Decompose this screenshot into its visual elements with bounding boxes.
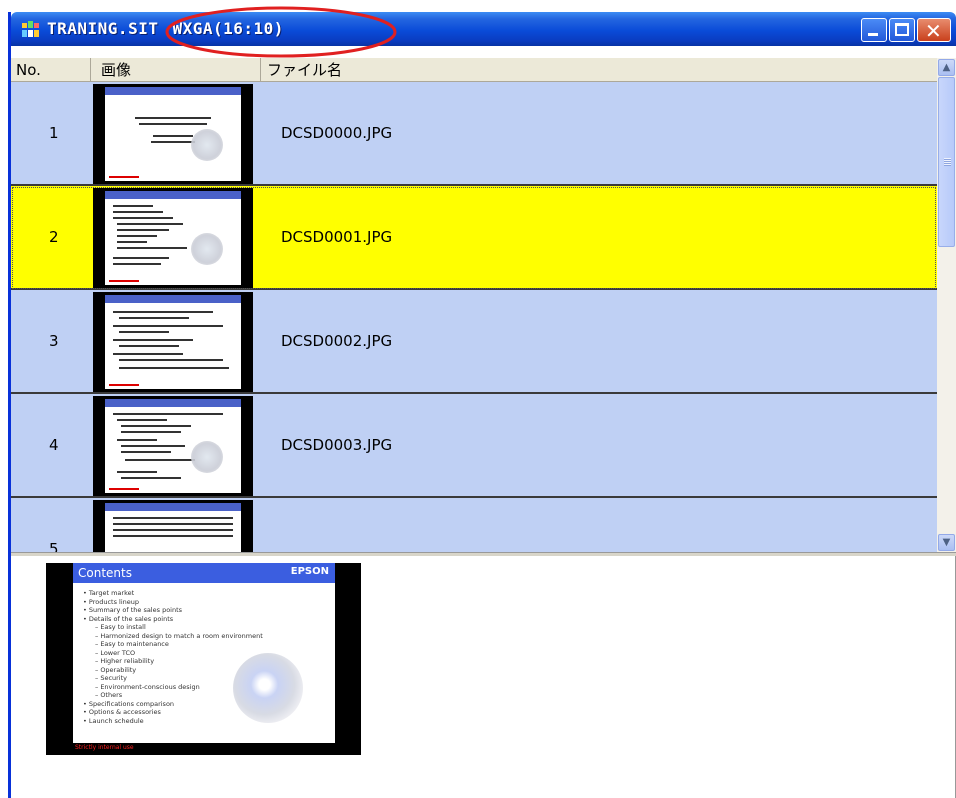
- column-header-filename[interactable]: ファイル名: [261, 58, 941, 82]
- slide-thumbnail: [93, 292, 253, 392]
- preview-pane: Contents EPSON • Target market • Products…: [11, 556, 956, 798]
- row-number: 4: [49, 436, 59, 454]
- preview-bullet-item: • Details of the sales points: [83, 614, 174, 623]
- column-header-no[interactable]: No.: [11, 58, 91, 82]
- preview-slide-title: Contents: [78, 566, 132, 580]
- preview-bullet-item: • Products lineup: [83, 597, 140, 606]
- minimize-icon: [868, 33, 878, 36]
- scroll-up-button[interactable]: ▲: [938, 59, 955, 76]
- preview-bullet-item: – Harmonized design to match a room envi…: [95, 631, 263, 640]
- preview-bullet-item: • Options & accessories: [83, 708, 161, 716]
- close-icon: ✕: [925, 19, 942, 43]
- column-header-image[interactable]: 画像: [91, 58, 261, 82]
- preview-bullet-item: – Lower TCO: [95, 648, 136, 657]
- app-window: TRANING.SIT WXGA(16:10) ✕ No. 画像 ファイル名 1 …: [8, 6, 956, 798]
- list-item[interactable]: 3 DCSD0002.JPG: [11, 290, 937, 394]
- row-filename: DCSD0002.JPG: [281, 332, 393, 350]
- preview-logo: EPSON: [290, 566, 329, 577]
- row-filename: DCSD0003.JPG: [281, 436, 393, 454]
- preview-bullet-item: • Summary of the sales points: [83, 606, 183, 614]
- title-resolution: WXGA(16:10): [172, 19, 284, 38]
- title-filename: TRANING.SIT: [47, 19, 159, 38]
- vertical-scrollbar[interactable]: ▲ ▼: [937, 58, 956, 552]
- chevron-up-icon: ▲: [942, 62, 951, 73]
- list-item[interactable]: 5: [11, 498, 937, 552]
- preview-bullet-item: – Easy to install: [95, 623, 146, 631]
- maximize-icon: [895, 23, 909, 36]
- preview-bullet-item: • Launch schedule: [83, 716, 144, 725]
- app-icon: [22, 21, 39, 37]
- scrollbar-thumb[interactable]: [938, 77, 955, 247]
- maximize-button[interactable]: [889, 18, 915, 42]
- preview-bullet-item: • Target market: [83, 589, 135, 597]
- list-item[interactable]: 4 DCSD0003.JPG: [11, 394, 937, 498]
- row-filename: DCSD0000.JPG: [281, 124, 393, 142]
- preview-bullet-item: – Easy to maintenance: [95, 640, 169, 648]
- slide-list[interactable]: 1 DCSD0000.JPG 2 DCSD0001.JPG 3 DCSD0002…: [11, 82, 937, 552]
- slide-thumbnail: [93, 188, 253, 288]
- close-button[interactable]: ✕: [917, 18, 951, 43]
- list-item-selected[interactable]: 2 DCSD0001.JPG: [11, 186, 937, 290]
- title-bar[interactable]: TRANING.SIT WXGA(16:10) ✕: [11, 6, 956, 58]
- preview-bullet-list: • Target market • Products lineup • Summar…: [81, 589, 263, 725]
- preview-bullet-item: – Higher reliability: [95, 657, 155, 665]
- window-title: TRANING.SIT WXGA(16:10): [47, 19, 298, 38]
- projector-lens-image: [233, 653, 303, 723]
- slide-thumbnail: [93, 84, 253, 184]
- slide-preview: Contents EPSON • Target market • Products…: [46, 563, 361, 755]
- row-number: 2: [49, 228, 59, 246]
- grip-icon: [944, 158, 951, 166]
- chevron-down-icon: ▼: [942, 537, 951, 548]
- slide-thumbnail: [93, 396, 253, 496]
- row-number: 5: [49, 540, 59, 552]
- row-filename: DCSD0001.JPG: [281, 228, 393, 246]
- slide-thumbnail: [93, 500, 253, 552]
- minimize-button[interactable]: [861, 18, 887, 42]
- row-number: 1: [49, 124, 59, 142]
- list-header: No. 画像 ファイル名: [11, 58, 941, 82]
- row-number: 3: [49, 332, 59, 350]
- preview-footer: Strictly internal use: [75, 744, 134, 751]
- list-item[interactable]: 1 DCSD0000.JPG: [11, 82, 937, 186]
- scroll-down-button[interactable]: ▼: [938, 534, 955, 551]
